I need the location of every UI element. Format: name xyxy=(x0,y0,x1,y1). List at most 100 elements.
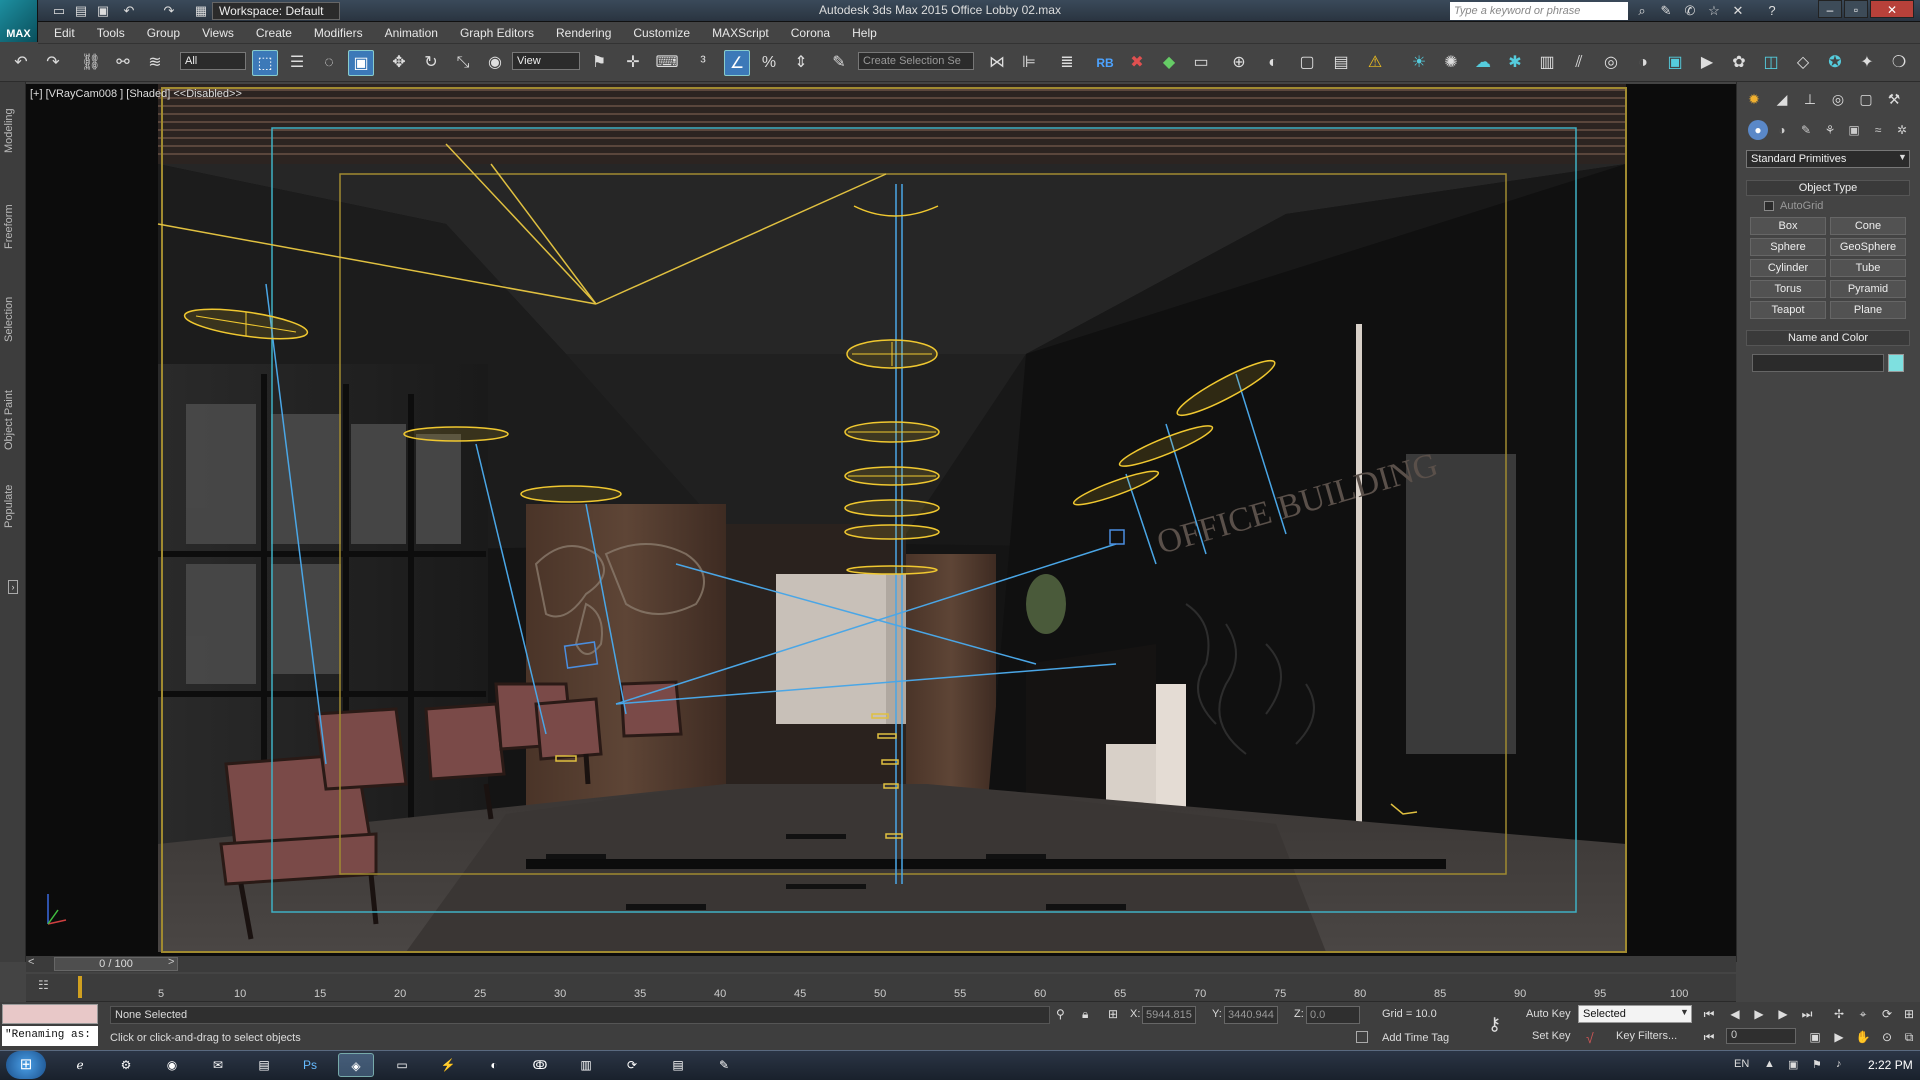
play-icon[interactable]: ▶ xyxy=(1750,1005,1768,1023)
field-of-view-icon[interactable]: ▶ xyxy=(1830,1028,1848,1046)
goto-end-icon[interactable]: ⏭ xyxy=(1798,1005,1816,1023)
menu-modifiers[interactable]: Modifiers xyxy=(314,26,363,40)
systems-icon[interactable]: ✲ xyxy=(1892,120,1912,140)
redo-icon[interactable]: ↷ xyxy=(40,50,66,76)
material-editor-icon[interactable]: ◐ xyxy=(1260,50,1286,76)
taskbar-photoshop-icon[interactable]: Ps xyxy=(292,1053,328,1077)
tangent-icon[interactable]: √ xyxy=(1586,1030,1594,1046)
project-folder-icon[interactable]: ▦ xyxy=(192,2,210,19)
taskbar-app-icon[interactable]: ⚡ xyxy=(430,1053,466,1077)
undo-icon[interactable]: ↶ xyxy=(8,50,34,76)
sphere-button[interactable]: Sphere xyxy=(1750,238,1826,256)
goto-start-icon[interactable]: ⏮ xyxy=(1700,1005,1718,1023)
window-crossing-icon[interactable]: ▣ xyxy=(348,50,374,76)
curve-editor-icon[interactable]: ▭ xyxy=(1188,50,1214,76)
motion-tab-icon[interactable]: ◎ xyxy=(1826,88,1850,110)
binoculars-icon[interactable]: ⌕ xyxy=(1632,2,1652,20)
maximize-button[interactable]: ▫ xyxy=(1844,0,1868,18)
time-marker[interactable] xyxy=(78,976,82,998)
vray-frame-buffer-icon[interactable]: ▥ xyxy=(1534,50,1560,76)
name-and-color-rollout[interactable]: Name and Color xyxy=(1746,330,1910,346)
tab-freeform[interactable]: Freeform xyxy=(3,192,23,262)
search-input[interactable]: Type a keyword or phrase xyxy=(1450,2,1628,20)
bind-space-warp-icon[interactable]: ≋ xyxy=(142,50,168,76)
workspace-dropdown[interactable]: Workspace: Default xyxy=(212,2,340,20)
vray-bulb-icon[interactable]: ✪ xyxy=(1822,50,1848,76)
object-type-rollout[interactable]: Object Type xyxy=(1746,180,1910,196)
minimize-button[interactable]: – xyxy=(1818,0,1842,18)
torus-button[interactable]: Torus xyxy=(1750,280,1826,298)
taskbar-document-icon[interactable]: ▥ xyxy=(568,1053,604,1077)
time-prev-icon[interactable]: < xyxy=(28,956,34,968)
zoom-all-icon[interactable]: ⌖ xyxy=(1854,1005,1872,1023)
place-icon[interactable]: ◉ xyxy=(482,50,508,76)
lightbulb-icon[interactable]: ❍ xyxy=(1886,50,1912,76)
zoom-icon[interactable]: ✢ xyxy=(1830,1005,1848,1023)
pyramid-button[interactable]: Pyramid xyxy=(1830,280,1906,298)
vray-mesh-icon[interactable]: ◫ xyxy=(1758,50,1784,76)
vray-ies-icon[interactable]: ✿ xyxy=(1726,50,1752,76)
named-selection-dropdown[interactable]: Create Selection Se xyxy=(858,52,974,70)
warning-icon[interactable]: ⚠ xyxy=(1362,50,1388,76)
autogrid-checkbox[interactable] xyxy=(1764,201,1774,211)
auto-key-button[interactable]: Auto Key xyxy=(1526,1008,1571,1020)
exchange-icon[interactable]: ✕ xyxy=(1728,2,1748,20)
utilities-tab-icon[interactable]: ⚒ xyxy=(1882,88,1906,110)
subscription-icon[interactable]: ✎ xyxy=(1656,2,1676,20)
spinner-snap-icon[interactable]: ⇕ xyxy=(788,50,814,76)
vray-sphere-icon[interactable]: ◎ xyxy=(1598,50,1624,76)
vray-options-icon[interactable]: ✦ xyxy=(1854,50,1880,76)
ribbon-toggle-icon[interactable]: › xyxy=(8,580,18,594)
set-key-icon[interactable]: ⚷ xyxy=(1488,1014,1501,1035)
geometry-icon[interactable]: ● xyxy=(1748,120,1768,140)
vray-scene-icon[interactable]: ◇ xyxy=(1790,50,1816,76)
favorites-icon[interactable]: ☆ xyxy=(1704,2,1724,20)
key-mode-icon[interactable]: ⏮ xyxy=(1700,1028,1718,1046)
object-color-swatch[interactable] xyxy=(1888,354,1904,372)
viewport-camera[interactable]: OFFICE BUILDING xyxy=(26,84,1736,956)
mirror-icon[interactable]: ⋈ xyxy=(984,50,1010,76)
tab-object-paint[interactable]: Object Paint xyxy=(3,380,23,460)
orbit-icon[interactable]: ⟳ xyxy=(1878,1005,1896,1023)
time-config-icon[interactable]: ▣ xyxy=(1806,1028,1824,1046)
menu-customize[interactable]: Customize xyxy=(633,26,690,40)
layer-manager-icon[interactable]: ≣ xyxy=(1054,50,1080,76)
schematic-view-icon[interactable]: ⊕ xyxy=(1226,50,1252,76)
tab-populate[interactable]: Populate xyxy=(3,476,23,536)
set-key-button[interactable]: Set Key xyxy=(1532,1030,1571,1042)
object-name-field[interactable] xyxy=(1752,354,1884,372)
box-button[interactable]: Box xyxy=(1750,217,1826,235)
current-frame-field[interactable]: 0 xyxy=(1726,1028,1796,1044)
menu-group[interactable]: Group xyxy=(147,26,180,40)
tab-modeling[interactable]: Modeling xyxy=(3,96,23,166)
menu-help[interactable]: Help xyxy=(852,26,877,40)
isolate-icon[interactable]: ⚲ xyxy=(1056,1007,1065,1021)
render-frame-icon[interactable]: ▤ xyxy=(1328,50,1354,76)
pan-icon[interactable]: ✋ xyxy=(1854,1028,1872,1046)
vray-fur-icon[interactable]: ✱ xyxy=(1502,50,1528,76)
menu-views[interactable]: Views xyxy=(202,26,234,40)
save-file-icon[interactable]: ▣ xyxy=(94,2,112,19)
display-tab-icon[interactable]: ▢ xyxy=(1854,88,1878,110)
modify-tab-icon[interactable]: ◢ xyxy=(1770,88,1794,110)
help-icon[interactable]: ? xyxy=(1762,2,1782,20)
taskbar-folder-icon[interactable]: ▤ xyxy=(660,1053,696,1077)
taskbar-settings-icon[interactable]: ⚙ xyxy=(108,1053,144,1077)
percent-snap-icon[interactable]: % xyxy=(756,50,782,76)
render-setup-icon[interactable]: ▢ xyxy=(1294,50,1320,76)
key-mode-dropdown[interactable]: Selected xyxy=(1578,1005,1692,1023)
menu-maxscript[interactable]: MAXScript xyxy=(712,26,769,40)
menu-animation[interactable]: Animation xyxy=(385,26,438,40)
tab-selection[interactable]: Selection xyxy=(3,284,23,354)
vray-proxy-icon[interactable]: ☁ xyxy=(1470,50,1496,76)
select-by-name-icon[interactable]: ☰ xyxy=(284,50,310,76)
new-file-icon[interactable]: ▭ xyxy=(50,2,68,19)
taskbar-3dsmax-icon[interactable]: ◈ xyxy=(338,1053,374,1077)
taskbar-refresh-icon[interactable]: ⟳ xyxy=(614,1053,650,1077)
taskbar-paint-icon[interactable]: ✎ xyxy=(706,1053,742,1077)
menu-tools[interactable]: Tools xyxy=(97,26,125,40)
edit-named-selection-icon[interactable]: ✎ xyxy=(826,50,852,76)
cameras-icon[interactable]: ⚘ xyxy=(1820,120,1840,140)
vray-light-icon[interactable]: ☀ xyxy=(1406,50,1432,76)
teapot-button[interactable]: Teapot xyxy=(1750,301,1826,319)
